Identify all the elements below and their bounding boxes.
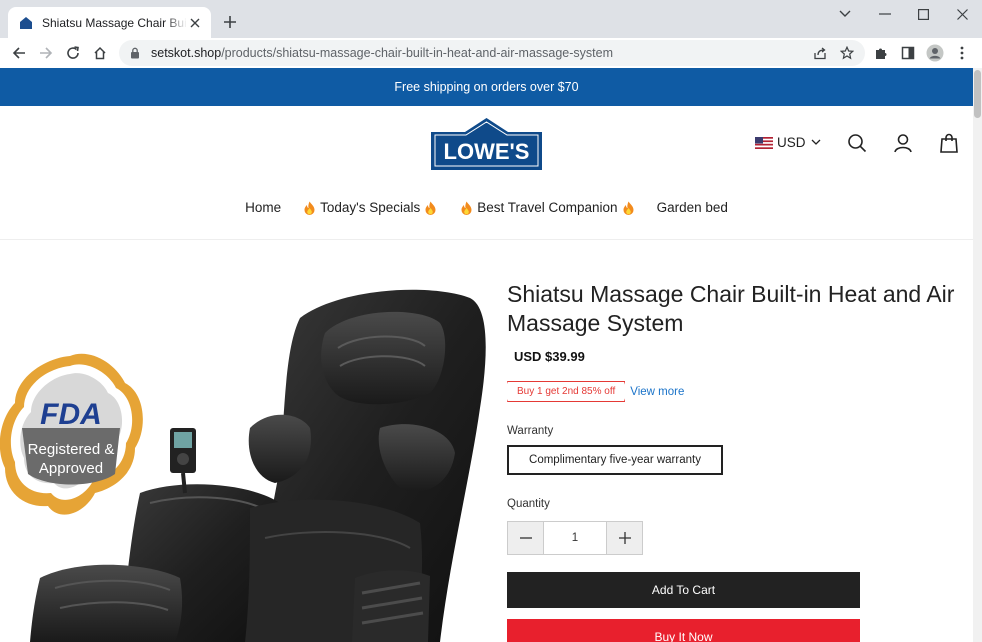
address-bar[interactable]: setskot.shop/products/shiatsu-massage-ch… bbox=[119, 40, 865, 66]
web-page: Free shipping on orders over $70 LOWE'S … bbox=[0, 68, 973, 642]
promotion-row: Buy 1 get 2nd 85% off View more bbox=[507, 381, 684, 402]
profile-avatar-icon[interactable] bbox=[925, 43, 945, 63]
maximize-icon[interactable] bbox=[906, 4, 940, 24]
fire-icon bbox=[461, 201, 472, 215]
increase-quantity-icon[interactable] bbox=[607, 522, 642, 554]
extensions-puzzle-icon[interactable] bbox=[871, 43, 891, 63]
decrease-quantity-icon[interactable] bbox=[508, 522, 543, 554]
page-scrollbar[interactable] bbox=[973, 68, 982, 642]
new-tab-icon[interactable] bbox=[220, 12, 240, 32]
us-flag-icon bbox=[755, 136, 773, 149]
product-title: Shiatsu Massage Chair Built-in Heat and … bbox=[507, 281, 955, 336]
view-more-link[interactable]: View more bbox=[630, 386, 684, 398]
browser-tab-strip: Shiatsu Massage Chair Built-in Heat and … bbox=[0, 0, 982, 38]
promo-tag: Buy 1 get 2nd 85% off bbox=[507, 381, 626, 402]
search-icon[interactable] bbox=[846, 132, 868, 154]
url-text: setskot.shop/products/shiatsu-massage-ch… bbox=[151, 46, 614, 60]
browser-tab[interactable]: Shiatsu Massage Chair Built-in Heat and … bbox=[8, 7, 211, 38]
browser-menu-icon[interactable] bbox=[952, 43, 972, 63]
product-image[interactable]: FDA Registered & Approved bbox=[0, 278, 490, 642]
nav-item-best-travel-companion[interactable]: Best Travel Companion bbox=[461, 200, 634, 215]
announcement-bar: Free shipping on orders over $70 bbox=[0, 68, 973, 106]
fire-icon bbox=[623, 201, 634, 215]
product-price: USD $39.99 bbox=[514, 349, 585, 364]
quantity-stepper: 1 bbox=[507, 521, 643, 555]
reload-icon[interactable] bbox=[63, 43, 83, 63]
side-panel-icon[interactable] bbox=[898, 43, 918, 63]
currency-label: USD bbox=[777, 135, 806, 150]
close-window-icon[interactable] bbox=[945, 4, 979, 24]
chevron-down-icon bbox=[811, 139, 820, 145]
store-favicon-icon bbox=[20, 16, 32, 29]
warranty-option-button[interactable]: Complimentary five-year warranty bbox=[507, 445, 723, 475]
back-arrow-icon[interactable] bbox=[9, 43, 29, 63]
nav-item-garden-bed[interactable]: Garden bed bbox=[657, 200, 728, 215]
lock-icon bbox=[131, 47, 139, 59]
main-nav: Home Today's Specials Best Travel Compan… bbox=[0, 200, 973, 215]
store-logo[interactable]: LOWE'S bbox=[431, 118, 542, 170]
header-divider bbox=[0, 239, 973, 240]
fda-badge-line2: Approved bbox=[39, 460, 103, 477]
quantity-label: Quantity bbox=[507, 498, 550, 510]
quantity-input[interactable]: 1 bbox=[543, 522, 607, 554]
tab-title: Shiatsu Massage Chair Built-in Heat and … bbox=[42, 15, 187, 30]
bookmark-star-icon[interactable] bbox=[837, 43, 857, 63]
account-icon[interactable] bbox=[892, 132, 914, 154]
fda-badge-top: FDA bbox=[40, 398, 102, 431]
scrollbar-thumb[interactable] bbox=[974, 70, 981, 118]
fire-icon bbox=[425, 201, 436, 215]
svg-text:LOWE'S: LOWE'S bbox=[444, 139, 530, 164]
nav-item-home[interactable]: Home bbox=[245, 200, 281, 215]
cart-bag-icon[interactable] bbox=[938, 132, 960, 154]
currency-selector[interactable]: USD bbox=[755, 135, 821, 150]
close-tab-icon[interactable] bbox=[187, 15, 203, 31]
browser-toolbar: setskot.shop/products/shiatsu-massage-ch… bbox=[0, 38, 982, 68]
fda-badge-line1: Registered & bbox=[28, 441, 115, 458]
minimize-icon[interactable] bbox=[868, 4, 902, 24]
tab-search-chevron-icon[interactable] bbox=[828, 4, 862, 24]
home-icon[interactable] bbox=[90, 43, 110, 63]
nav-item-todays-specials[interactable]: Today's Specials bbox=[304, 200, 436, 215]
add-to-cart-button[interactable]: Add To Cart bbox=[507, 572, 860, 608]
warranty-label: Warranty bbox=[507, 425, 554, 437]
fire-icon bbox=[304, 201, 315, 215]
share-icon[interactable] bbox=[810, 43, 830, 63]
forward-arrow-icon[interactable] bbox=[36, 43, 56, 63]
buy-now-button[interactable]: Buy It Now bbox=[507, 619, 860, 642]
